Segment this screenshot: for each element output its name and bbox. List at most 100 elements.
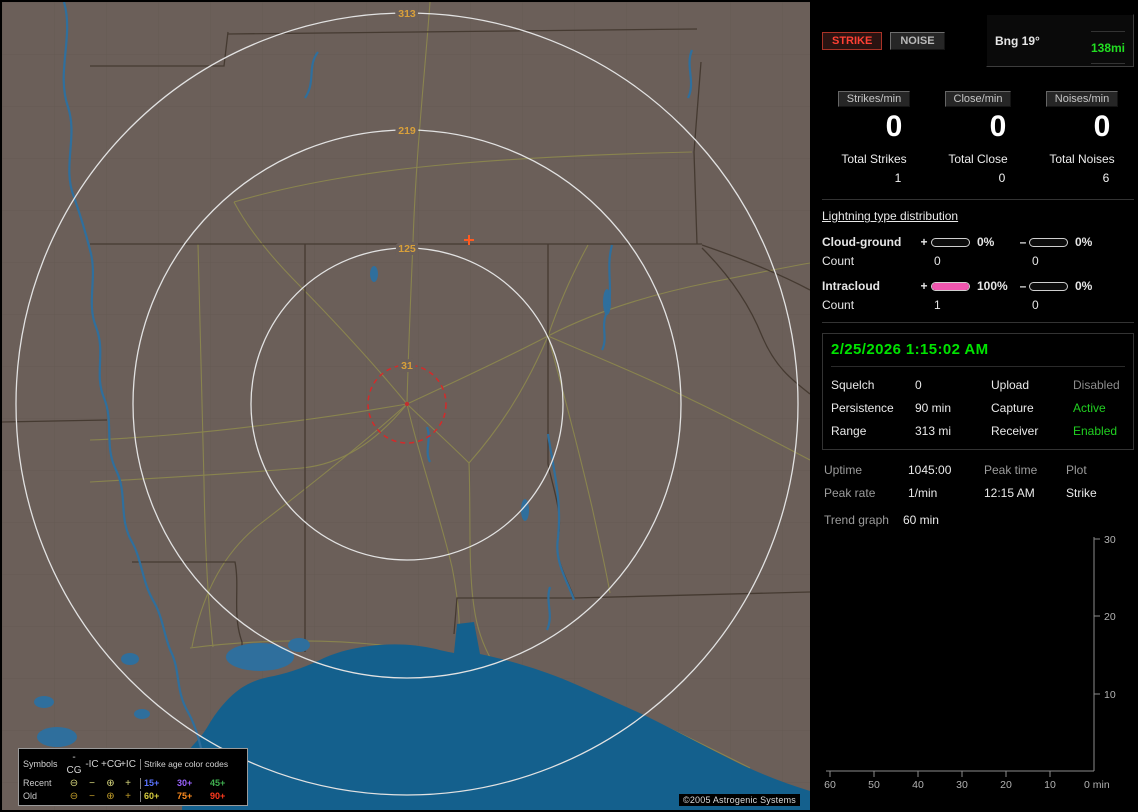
ring-label-31: 31: [401, 360, 413, 372]
status-grid: Squelch 0 Upload Disabled Persistence 90…: [831, 378, 1125, 438]
upload-value: Disabled: [1073, 378, 1120, 392]
range-value: 313 mi: [915, 424, 952, 438]
cloud-ground-counts: Count 0 0: [822, 254, 1134, 268]
total-strikes-label: Total Strikes: [841, 152, 907, 166]
ic-minus-percent: 0%: [1075, 279, 1093, 293]
x-tick-40: 40: [912, 779, 924, 791]
total-noises-value: 6: [1102, 171, 1110, 185]
mode-toolbar: STRIKE NOISE Bng 19° 138mi: [822, 14, 1134, 67]
peak-time-label: Peak time: [984, 463, 1038, 477]
y-tick-20: 20: [1104, 611, 1116, 623]
minus-sign: –: [1019, 235, 1027, 249]
total-close-label: Total Close: [948, 152, 1008, 166]
stormvue-window: 313 219 125 31 Symbols -CG -IC +CG +IC S…: [0, 0, 1138, 812]
detector-location-marker: [404, 401, 410, 407]
peak-time-value: 12:15 AM: [984, 486, 1035, 500]
receiver-value: Enabled: [1073, 424, 1118, 438]
capture-value: Active: [1073, 401, 1106, 415]
count-label: Count: [822, 298, 855, 312]
legend-recent-label: Recent: [23, 778, 52, 788]
persistence-label: Persistence: [831, 401, 894, 415]
peak-rate-value: 1/min: [908, 486, 938, 500]
neg-ic-old-icon: −: [89, 791, 95, 802]
strike-mode-button[interactable]: STRIKE: [822, 31, 883, 50]
legend-divider: [139, 778, 141, 789]
strikes-per-min-button[interactable]: Strikes/min: [837, 91, 911, 107]
ring-label-125: 125: [398, 243, 416, 255]
strikes-column: Strikes/min 0 Total Strikes 1: [822, 91, 926, 185]
trend-graph-value: 60 min: [902, 513, 939, 527]
age-90: 90+: [210, 791, 226, 801]
pos-ic-old-icon: +: [125, 791, 131, 802]
noise-mode-button[interactable]: NOISE: [890, 31, 945, 50]
map-legend: Symbols -CG -IC +CG +IC Strike age color…: [18, 748, 248, 806]
neg-cg-old-icon: ⊖: [69, 791, 79, 802]
cloud-ground-label: Cloud-ground: [822, 235, 902, 249]
pos-ic-recent-icon: +: [125, 778, 131, 789]
legend-col-neg-cg: -CG: [66, 752, 82, 776]
copyright-attribution: ©2005 Astrogenic Systems: [679, 794, 800, 806]
ic-minus-count: 0: [1032, 298, 1039, 312]
legend-old-label: Old: [23, 791, 38, 801]
noises-per-min-value: 0: [1093, 110, 1111, 143]
neg-ic-recent-icon: −: [89, 778, 95, 789]
total-close-value: 0: [998, 171, 1006, 185]
cg-plus-count: 0: [934, 254, 941, 268]
ic-minus-bar: [1029, 281, 1068, 291]
squelch-label: Squelch: [831, 378, 875, 392]
total-noises-label: Total Noises: [1049, 152, 1115, 166]
close-per-min-button[interactable]: Close/min: [944, 91, 1012, 107]
pos-cg-old-icon: ⊕: [106, 791, 115, 802]
bearing-value: Bng 19°: [995, 33, 1040, 48]
y-tick-10: 10: [1104, 689, 1116, 701]
noises-per-min-button[interactable]: Noises/min: [1045, 91, 1119, 107]
pos-cg-recent-icon: ⊕: [106, 778, 115, 789]
age-75: 75+: [177, 791, 193, 801]
session-info-panel: Uptime 1045:00 Peak time Plot Peak rate …: [822, 463, 1134, 527]
cg-minus-count: 0: [1032, 254, 1039, 268]
map-pane[interactable]: 313 219 125 31 Symbols -CG -IC +CG +IC S…: [2, 2, 810, 810]
x-tick-30: 30: [956, 779, 968, 791]
receiver-status-panel: 2/25/2026 1:15:02 AM Squelch 0 Upload Di…: [822, 333, 1134, 450]
distribution-title: Lightning type distribution: [822, 209, 959, 223]
rate-stats: Strikes/min 0 Total Strikes 1 Close/min …: [822, 91, 1134, 185]
plot-value: Strike: [1066, 486, 1097, 500]
ic-plus-count: 1: [934, 298, 941, 312]
lightning-map[interactable]: 313 219 125 31: [2, 2, 810, 810]
trend-graph: 30 20 10 60 50 40 30 20 10 0 min: [824, 534, 1116, 791]
range-label: Range: [831, 424, 867, 438]
capture-label: Capture: [991, 401, 1034, 415]
receiver-label: Receiver: [991, 424, 1039, 438]
y-tick-30: 30: [1104, 534, 1116, 546]
legend-symbols-title: Symbols: [23, 758, 58, 769]
close-per-min-value: 0: [989, 110, 1007, 143]
upload-label: Upload: [991, 378, 1030, 392]
ic-plus-percent: 100%: [977, 279, 1008, 293]
persistence-value: 90 min: [915, 401, 952, 415]
plus-sign: +: [920, 235, 928, 249]
intracloud-row: Intracloud + 100% – 0%: [822, 279, 1134, 293]
neg-cg-recent-icon: ⊖: [69, 778, 79, 789]
lightning-type-distribution: Lightning type distribution Cloud-ground…: [822, 199, 1134, 323]
cg-plus-bar: [931, 237, 970, 247]
count-label: Count: [822, 254, 855, 268]
cloud-ground-row: Cloud-ground + 0% – 0%: [822, 235, 1134, 249]
legend-age-title: Strike age color codes: [144, 758, 229, 769]
x-tick-0min: 0 min: [1084, 779, 1110, 791]
cg-minus-percent: 0%: [1075, 235, 1093, 249]
x-tick-10: 10: [1044, 779, 1056, 791]
ic-plus-bar: [931, 281, 970, 291]
cg-plus-percent: 0%: [977, 235, 995, 249]
plot-label: Plot: [1066, 463, 1087, 477]
legend-col-pos-cg: +CG: [101, 758, 122, 770]
x-tick-50: 50: [868, 779, 880, 791]
x-tick-60: 60: [824, 779, 836, 791]
intracloud-label: Intracloud: [822, 279, 881, 293]
age-30: 30+: [177, 778, 193, 788]
plus-sign: +: [920, 279, 928, 293]
distance-value: 138mi: [1090, 31, 1125, 64]
legend-divider: [139, 758, 141, 770]
trend-graph-label: Trend graph: [824, 513, 889, 527]
sidebar: STRIKE NOISE Bng 19° 138mi Strikes/min 0…: [814, 2, 1138, 810]
age-15: 15+: [144, 778, 160, 788]
